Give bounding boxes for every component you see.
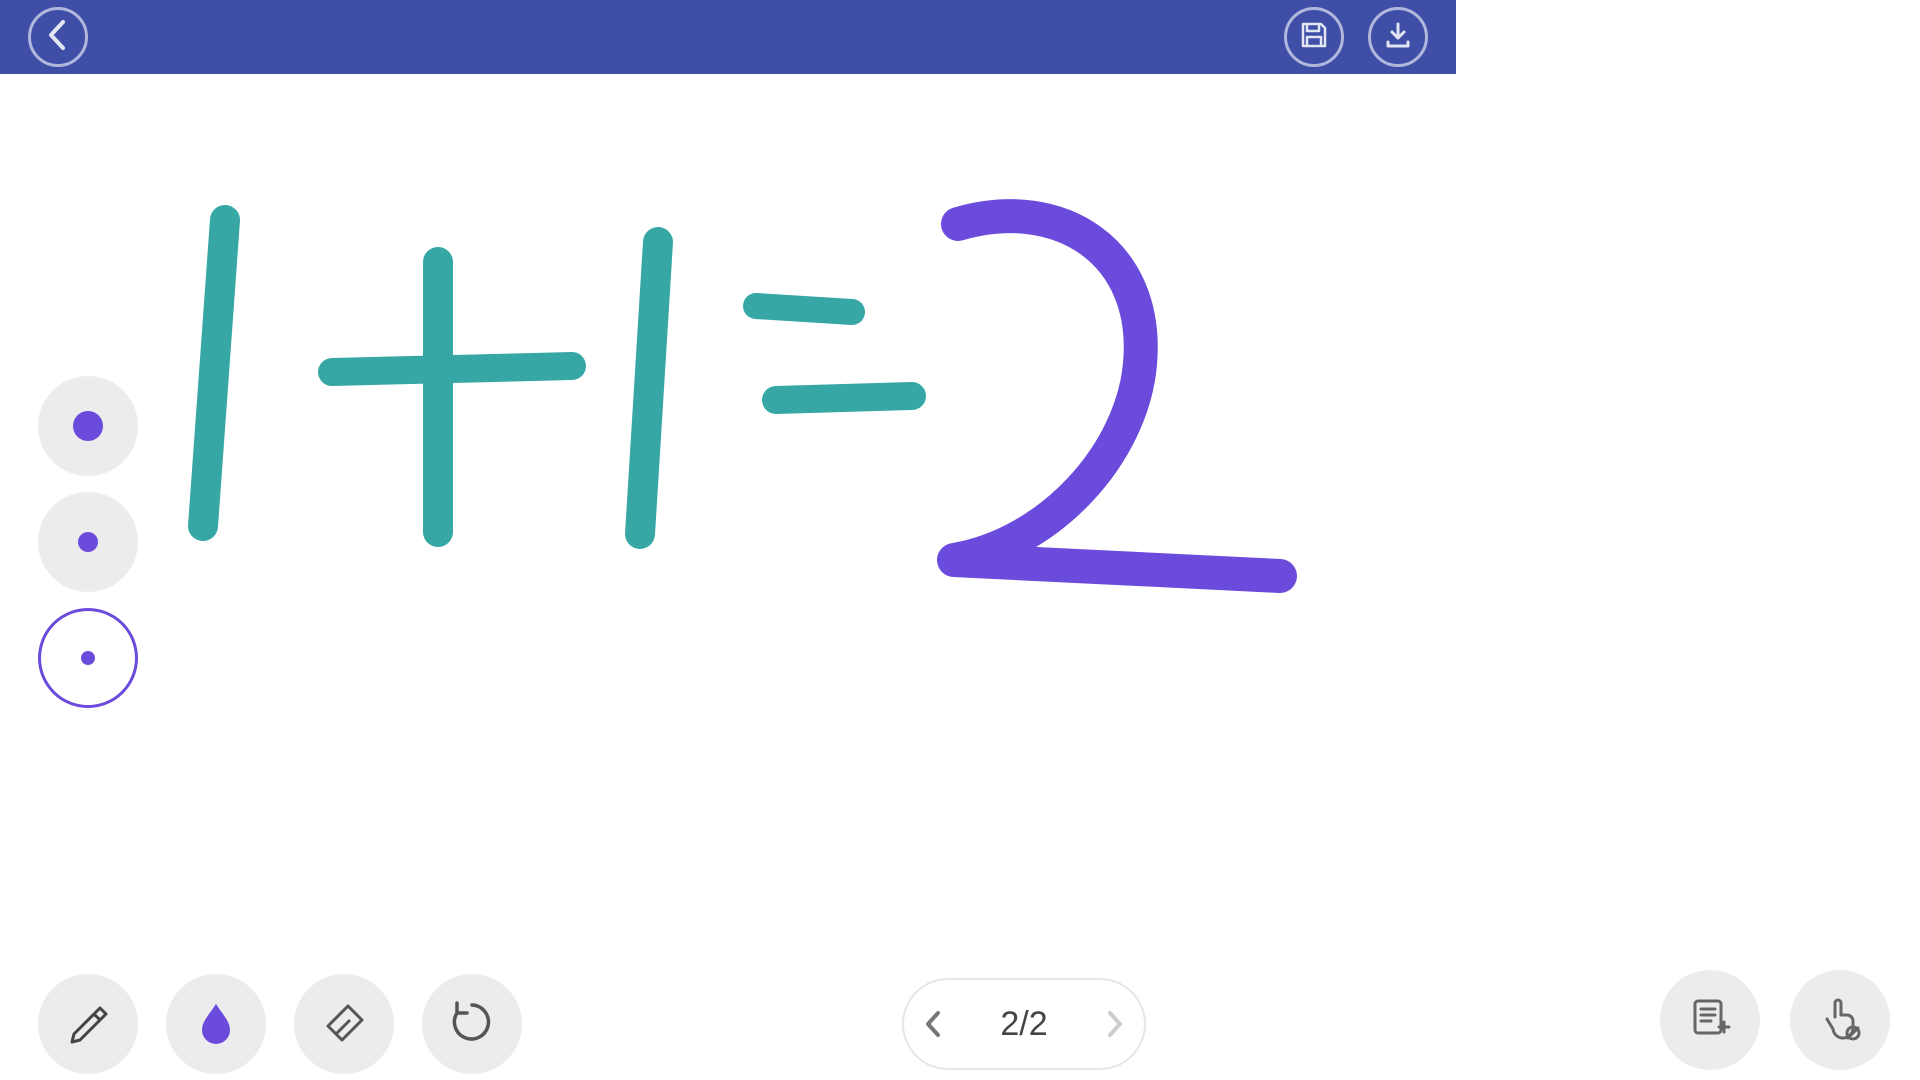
stroke-size-picker <box>38 376 138 708</box>
download-icon <box>1383 20 1413 55</box>
stroke-size-medium[interactable] <box>38 492 138 592</box>
drawing-strokes <box>0 74 1456 816</box>
color-tool-button[interactable] <box>166 974 266 1074</box>
undo-icon <box>449 999 495 1050</box>
download-button[interactable] <box>1368 7 1428 67</box>
top-right-actions <box>1284 7 1428 67</box>
page-prev-button[interactable] <box>922 1009 944 1039</box>
new-note-icon <box>1687 995 1733 1046</box>
dot-icon <box>73 411 103 441</box>
page-indicator: 2/2 <box>1000 1005 1047 1044</box>
top-bar <box>0 0 1456 74</box>
undo-tool-button[interactable] <box>422 974 522 1074</box>
drop-icon <box>194 1000 238 1049</box>
eraser-tool-button[interactable] <box>294 974 394 1074</box>
touch-toggle-button[interactable] <box>1790 970 1890 1070</box>
drawing-canvas[interactable]: 2/2 <box>0 74 1920 1080</box>
save-button[interactable] <box>1284 7 1344 67</box>
page-next-button[interactable] <box>1104 1009 1126 1039</box>
eraser-icon <box>320 998 368 1051</box>
touch-off-icon <box>1817 995 1863 1046</box>
pen-tool-button[interactable] <box>38 974 138 1074</box>
page-navigator: 2/2 <box>902 978 1146 1070</box>
bottom-right-actions <box>1660 970 1890 1070</box>
save-icon <box>1299 20 1329 55</box>
chevron-left-icon <box>922 1009 944 1039</box>
new-note-button[interactable] <box>1660 970 1760 1070</box>
stroke-size-small[interactable] <box>38 608 138 708</box>
chevron-left-icon <box>45 18 71 57</box>
bottom-toolbar <box>38 974 522 1074</box>
chevron-right-icon <box>1104 1009 1126 1039</box>
pen-icon <box>64 998 112 1051</box>
back-button[interactable] <box>28 7 88 67</box>
stroke-size-large[interactable] <box>38 376 138 476</box>
dot-icon <box>78 532 98 552</box>
dot-icon <box>81 651 95 665</box>
